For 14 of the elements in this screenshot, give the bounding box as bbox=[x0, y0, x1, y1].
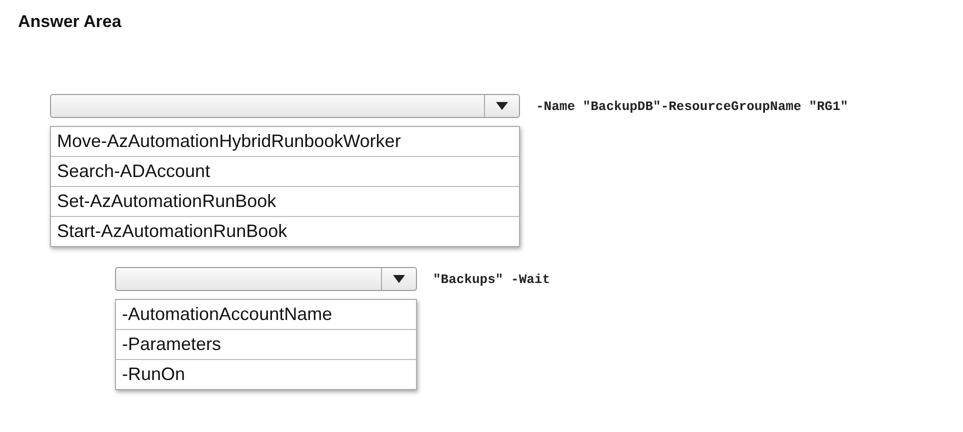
command-text: -Name "BackupDB"-ResourceGroupName "RG1" bbox=[536, 98, 848, 114]
command-text: "Backups" -Wait bbox=[433, 272, 550, 286]
dropdown-select[interactable] bbox=[50, 94, 520, 118]
dropdown-option[interactable]: Move-AzAutomationHybridRunbookWorker bbox=[51, 127, 519, 157]
dropdown-option[interactable]: -AutomationAccountName bbox=[116, 300, 416, 330]
dropdown-option[interactable]: -RunOn bbox=[116, 360, 416, 389]
caret-icon bbox=[393, 275, 405, 283]
dropdown-option[interactable]: Start-AzAutomationRunBook bbox=[51, 217, 519, 246]
answer-area-title: Answer Area bbox=[18, 12, 122, 32]
dropdown-option[interactable]: Set-AzAutomationRunBook bbox=[51, 187, 519, 217]
caret-icon bbox=[496, 102, 508, 110]
dropdown-option[interactable]: -Parameters bbox=[116, 330, 416, 360]
dropdown-select[interactable] bbox=[115, 267, 417, 291]
dropdown-option[interactable]: Search-ADAccount bbox=[51, 157, 519, 187]
